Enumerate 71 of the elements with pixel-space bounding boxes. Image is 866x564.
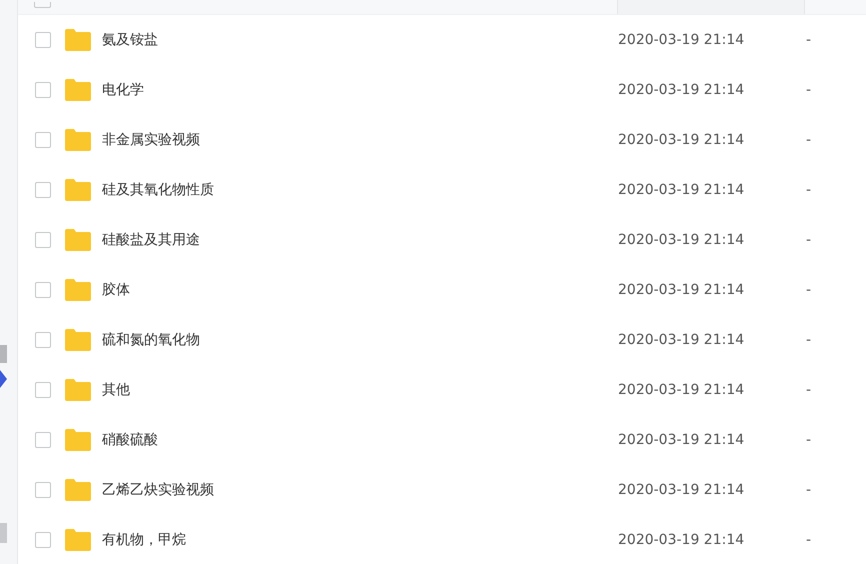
file-row[interactable]: 硅及其氧化物性质 2020-03-19 21:14 - — [18, 165, 866, 215]
checkbox[interactable] — [35, 532, 51, 548]
modified-date: 2020-03-19 21:14 — [618, 232, 746, 248]
checkbox[interactable] — [35, 432, 51, 448]
modified-date: 2020-03-19 21:14 — [618, 382, 746, 398]
file-size: - — [806, 532, 812, 548]
file-name[interactable]: 硅酸盐及其用途 — [102, 231, 618, 249]
file-name[interactable]: 胶体 — [102, 281, 618, 299]
folder-icon — [65, 429, 91, 451]
checkbox[interactable] — [35, 182, 51, 198]
folder-icon — [65, 329, 91, 351]
chevron-icon[interactable] — [0, 370, 7, 388]
checkbox[interactable] — [35, 282, 51, 298]
modified-date: 2020-03-19 21:14 — [618, 432, 746, 448]
modified-date: 2020-03-19 21:14 — [618, 82, 746, 98]
file-size: - — [806, 82, 812, 98]
checkbox[interactable] — [35, 32, 51, 48]
modified-date: 2020-03-19 21:14 — [618, 532, 746, 548]
file-row[interactable]: 硝酸硫酸 2020-03-19 21:14 - — [18, 415, 866, 465]
file-size: - — [806, 32, 812, 48]
file-size: - — [806, 182, 812, 198]
file-size: - — [806, 482, 812, 498]
file-name[interactable]: 非金属实验视频 — [102, 131, 618, 149]
checkbox[interactable] — [35, 482, 51, 498]
file-row[interactable]: 氨及铵盐 2020-03-19 21:14 - — [18, 15, 866, 65]
file-row[interactable]: 乙烯乙炔实验视频 2020-03-19 21:14 - — [18, 465, 866, 515]
file-name[interactable]: 电化学 — [102, 81, 618, 99]
checkbox[interactable] — [35, 332, 51, 348]
file-name[interactable]: 氨及铵盐 — [102, 31, 618, 49]
folder-icon — [65, 379, 91, 401]
scrollbar-thumb[interactable] — [0, 523, 7, 543]
modified-date: 2020-03-19 21:14 — [618, 132, 746, 148]
file-name[interactable]: 硝酸硫酸 — [102, 431, 618, 449]
file-name[interactable]: 乙烯乙炔实验视频 — [102, 481, 618, 499]
file-row[interactable]: 胶体 2020-03-19 21:14 - — [18, 265, 866, 315]
modified-date: 2020-03-19 21:14 — [618, 282, 746, 298]
file-size: - — [806, 232, 812, 248]
checkbox[interactable] — [35, 232, 51, 248]
folder-icon — [65, 479, 91, 501]
file-size: - — [806, 132, 812, 148]
file-name[interactable]: 有机物，甲烷 — [102, 531, 618, 549]
file-row[interactable]: 有机物，甲烷 2020-03-19 21:14 - — [18, 515, 866, 564]
file-size: - — [806, 282, 812, 298]
file-size: - — [806, 432, 812, 448]
folder-icon — [65, 279, 91, 301]
file-name[interactable]: 其他 — [102, 381, 618, 399]
file-row[interactable]: 电化学 2020-03-19 21:14 - — [18, 65, 866, 115]
file-row[interactable]: 硫和氮的氧化物 2020-03-19 21:14 - — [18, 315, 866, 365]
file-row[interactable]: 其他 2020-03-19 21:14 - — [18, 365, 866, 415]
modified-date: 2020-03-19 21:14 — [618, 32, 746, 48]
folder-icon — [65, 529, 91, 551]
file-size: - — [806, 382, 812, 398]
folder-icon — [65, 129, 91, 151]
file-row[interactable]: 硅酸盐及其用途 2020-03-19 21:14 - — [18, 215, 866, 265]
folder-icon — [65, 179, 91, 201]
modified-date: 2020-03-19 21:14 — [618, 182, 746, 198]
file-row[interactable]: 非金属实验视频 2020-03-19 21:14 - — [18, 115, 866, 165]
checkbox[interactable] — [35, 82, 51, 98]
file-size: - — [806, 332, 812, 348]
checkbox[interactable] — [34, 2, 51, 8]
folder-icon — [65, 29, 91, 51]
modified-date: 2020-03-19 21:14 — [618, 332, 746, 348]
folder-icon — [65, 79, 91, 101]
folder-icon — [65, 229, 91, 251]
collapse-tab[interactable] — [0, 345, 7, 363]
modified-date: 2020-03-19 21:14 — [618, 482, 746, 498]
file-name[interactable]: 硫和氮的氧化物 — [102, 331, 618, 349]
file-name[interactable]: 硅及其氧化物性质 — [102, 181, 618, 199]
checkbox[interactable] — [35, 132, 51, 148]
checkbox[interactable] — [35, 382, 51, 398]
column-header[interactable] — [617, 0, 805, 14]
